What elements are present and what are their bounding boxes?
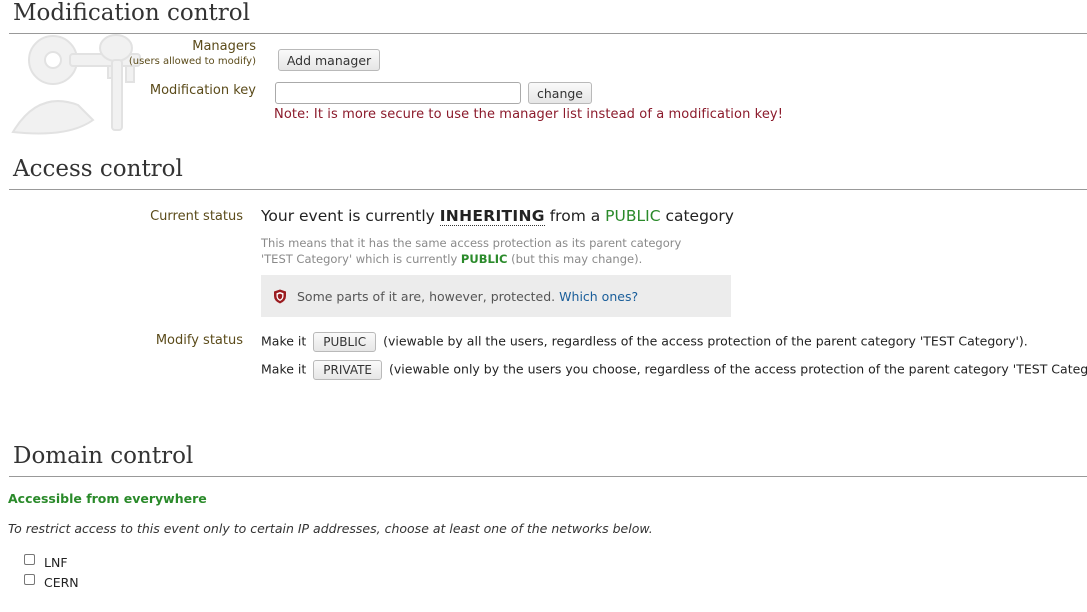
- shield-icon: [274, 289, 286, 303]
- current-status-label: Current status: [150, 209, 243, 224]
- current-status-line: Your event is currently INHERITING from …: [261, 207, 734, 226]
- protected-text: Some parts of it are, however, protected…: [297, 288, 556, 304]
- inheriting-status: INHERITING: [439, 207, 545, 226]
- access-control-title: Access control: [13, 156, 183, 182]
- description-line-1: This means that it has the same access p…: [261, 236, 682, 250]
- which-ones-link[interactable]: Which ones?: [559, 289, 638, 304]
- private-description: (viewable only by the users you choose, …: [389, 361, 1087, 377]
- change-key-button[interactable]: change: [528, 82, 592, 104]
- description-public: PUBLIC: [460, 251, 508, 266]
- make-private-button[interactable]: PRIVATE: [313, 360, 383, 380]
- make-it-text: Make it: [261, 333, 307, 349]
- inheritance-description: This means that it has the same access p…: [261, 236, 681, 267]
- network-label-lnf: LNF: [44, 555, 68, 570]
- modification-key-input[interactable]: [275, 82, 521, 104]
- make-public-button[interactable]: PUBLIC: [313, 332, 377, 352]
- make-public-row: Make it PUBLIC (viewable by all the user…: [261, 332, 1028, 352]
- public-description: (viewable by all the users, regardless o…: [383, 333, 1028, 349]
- protected-parts-box: Some parts of it are, however, protected…: [261, 275, 731, 317]
- managers-sublabel: (users allowed to modify): [128, 56, 256, 67]
- section-divider: [9, 33, 1087, 34]
- keys-watermark-icon: [11, 34, 141, 135]
- network-label-cern: CERN: [44, 575, 79, 590]
- status-prefix: Your event is currently: [261, 207, 435, 225]
- description-line-2: 'TEST Category' which is currently PUBLI…: [261, 252, 681, 268]
- managers-label: Managers: [192, 39, 256, 54]
- domain-instructions: To restrict access to this event only to…: [8, 521, 653, 536]
- description-text: 'TEST Category' which is currently: [261, 251, 458, 266]
- modification-control-title: Modification control: [13, 0, 250, 26]
- modify-status-label: Modify status: [155, 333, 243, 348]
- network-checkbox-cern[interactable]: [24, 574, 35, 585]
- domain-status: Accessible from everywhere: [8, 491, 207, 506]
- managers-label-block: Managers (users allowed to modify): [129, 39, 256, 69]
- section-divider: [9, 189, 1087, 190]
- network-checkbox-lnf[interactable]: [24, 554, 35, 565]
- domain-control-title: Domain control: [13, 443, 194, 469]
- status-mid: from a: [549, 207, 601, 225]
- make-it-text: Make it: [261, 361, 307, 377]
- description-text-suffix: (but this may change).: [511, 251, 643, 266]
- modification-key-note: Note: It is more secure to use the manag…: [274, 107, 784, 122]
- make-private-row: Make it PRIVATE (viewable only by the us…: [261, 360, 1087, 380]
- status-suffix: category: [665, 207, 734, 225]
- add-manager-button[interactable]: Add manager: [278, 49, 380, 71]
- section-divider: [9, 476, 1087, 477]
- modification-key-label: Modification key: [149, 83, 256, 98]
- public-status: PUBLIC: [605, 207, 661, 225]
